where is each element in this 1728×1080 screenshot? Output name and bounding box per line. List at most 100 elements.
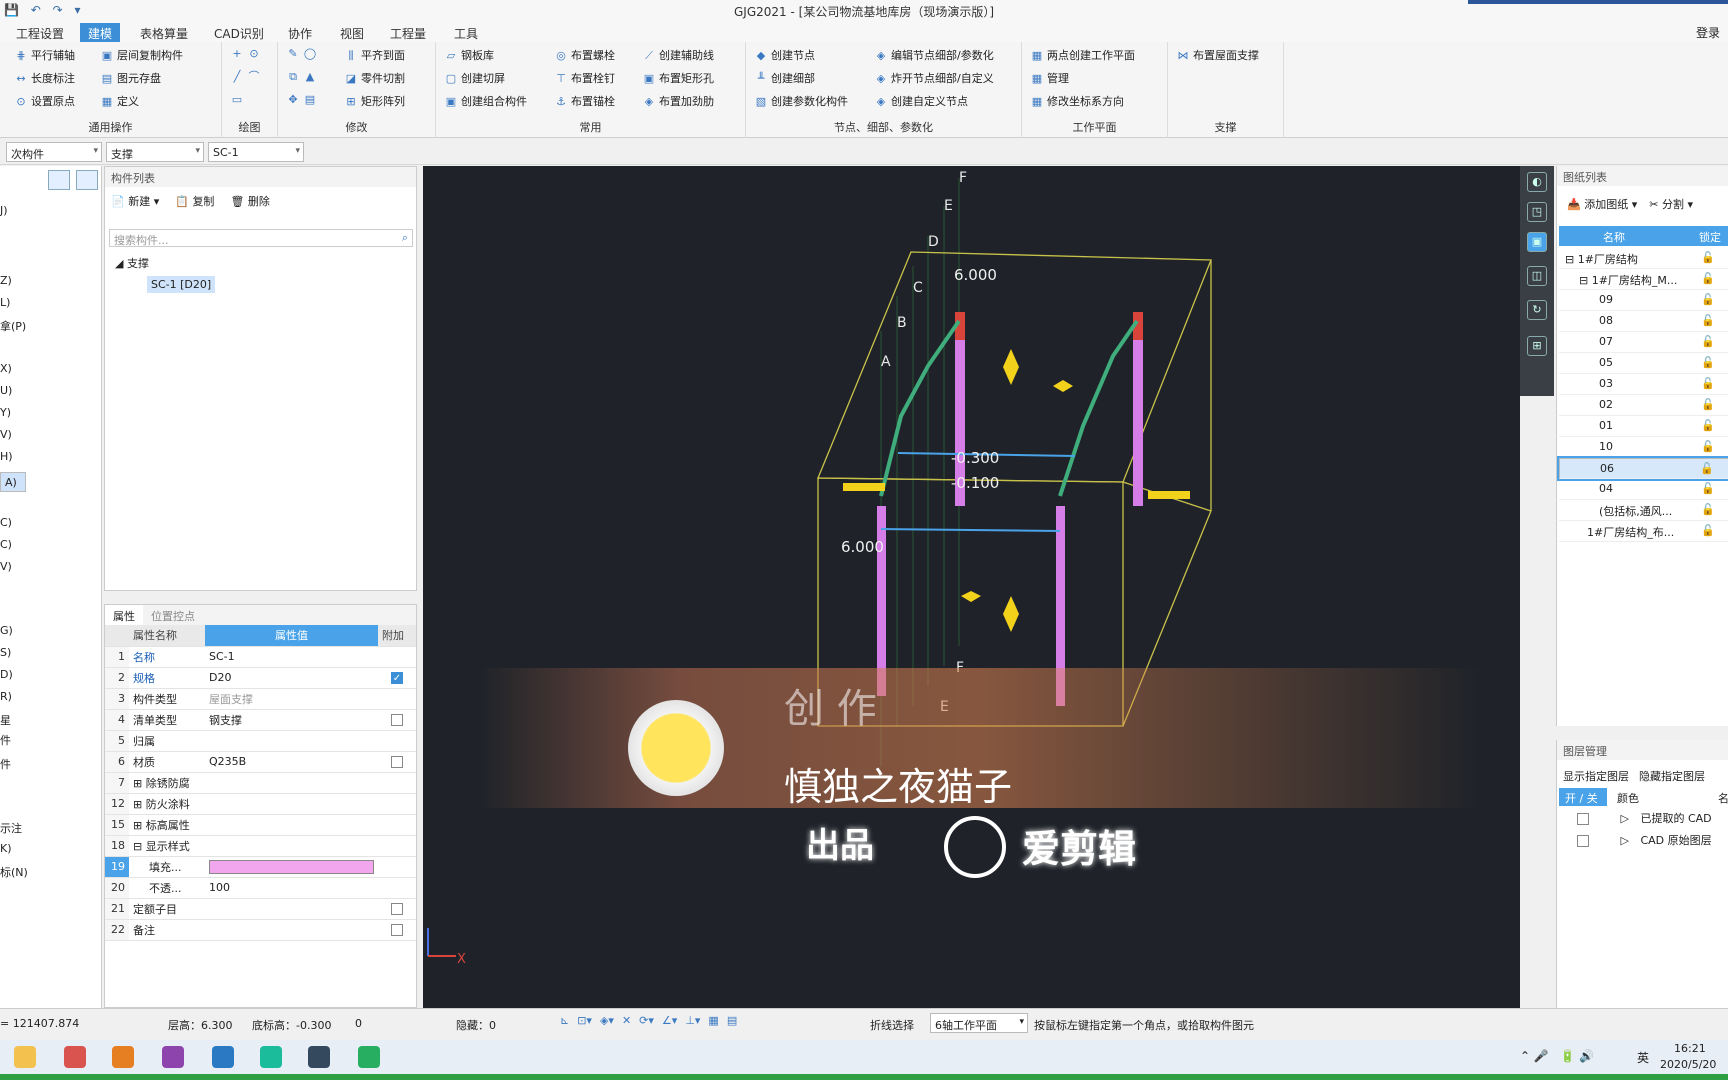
show-layers-option[interactable]: 显示指定图层: [1563, 768, 1629, 784]
align-to-face-button[interactable]: ⫼ 平齐到面: [344, 47, 405, 63]
layer-icon[interactable]: ▤: [727, 1014, 737, 1027]
nav-item[interactable]: J): [0, 204, 8, 217]
nav-item[interactable]: 件: [0, 732, 11, 748]
set-origin-button[interactable]: ⊙ 设置原点: [14, 93, 75, 109]
nav-item[interactable]: U): [0, 384, 12, 397]
lock-icon[interactable]: 🔓: [1701, 272, 1715, 285]
measure-icon[interactable]: ⊥▾: [685, 1014, 700, 1027]
rect-tool-icon[interactable]: ▭: [230, 93, 244, 106]
attach-checkbox[interactable]: [391, 756, 403, 768]
expand-icon[interactable]: ⊞: [133, 777, 146, 790]
nav-item[interactable]: Z): [0, 274, 12, 287]
property-row[interactable]: 20 不透... 100: [105, 877, 416, 899]
place-rect-hole-button[interactable]: ▣ 布置矩形孔: [642, 70, 714, 86]
lock-icon[interactable]: 🔓: [1701, 293, 1715, 306]
property-row[interactable]: 6 材质 Q235B: [105, 751, 416, 773]
tab-project-settings[interactable]: 工程设置: [8, 23, 72, 42]
manage-button[interactable]: ▦ 管理: [1030, 70, 1069, 86]
tab-tools[interactable]: 工具: [446, 23, 486, 42]
place-anchor-button[interactable]: ⚓ 布置锚栓: [554, 93, 615, 109]
nav-item[interactable]: X): [0, 362, 12, 375]
collapse-icon[interactable]: ⊟: [1579, 274, 1592, 287]
tab-quantity[interactable]: 工程量: [382, 23, 434, 42]
property-value[interactable]: [205, 919, 378, 941]
property-value[interactable]: [205, 814, 378, 836]
search-input[interactable]: 搜索构件... ⌕: [109, 229, 413, 247]
create-detail-button[interactable]: ╨ 创建细部: [754, 70, 815, 86]
property-value[interactable]: [205, 730, 378, 752]
nav-item[interactable]: V): [0, 428, 12, 441]
ortho-icon[interactable]: ⊾: [560, 1014, 569, 1027]
layer-toggle[interactable]: [1577, 835, 1589, 847]
attach-checkbox[interactable]: ✓: [391, 672, 403, 684]
lock-icon[interactable]: 🔓: [1701, 503, 1715, 516]
grid-view-icon[interactable]: [76, 170, 98, 190]
tab-properties[interactable]: 属性: [105, 605, 143, 625]
tab-view[interactable]: 视图: [332, 23, 372, 42]
tab-table-calc[interactable]: 表格算量: [132, 23, 196, 42]
property-row[interactable]: 12 ⊞ 防火涂料: [105, 793, 416, 815]
lock-icon[interactable]: 🔓: [1701, 251, 1715, 264]
property-value[interactable]: 钢支撑: [205, 709, 378, 731]
explode-node-button[interactable]: ◈ 炸开节点细部/自定义: [874, 70, 994, 86]
list-view-icon[interactable]: [48, 170, 70, 190]
file-explorer-icon[interactable]: [14, 1046, 36, 1068]
lock-icon[interactable]: 🔓: [1701, 482, 1715, 495]
model-canvas[interactable]: FEDCBA6.0006.000-0.300-0.100FE X: [423, 166, 1520, 1008]
drawing-row[interactable]: ⊟ 1#厂房结构_M... 🔓: [1559, 269, 1728, 290]
tab-modeling[interactable]: 建模: [80, 23, 121, 42]
drawing-row[interactable]: ⊟ 1#厂房结构 🔓: [1559, 248, 1728, 269]
property-value[interactable]: [205, 856, 378, 878]
hide-layers-option[interactable]: 隐藏指定图层: [1639, 768, 1705, 784]
nav-item[interactable]: 件: [0, 756, 11, 772]
nav-item[interactable]: 标(N): [0, 864, 28, 880]
modify-axis-button[interactable]: ▦ 修改坐标系方向: [1030, 93, 1124, 109]
collapse-icon[interactable]: ⊟: [1565, 253, 1578, 266]
property-value[interactable]: SC-1: [205, 646, 378, 668]
tab-cad-recognition[interactable]: CAD识别: [206, 23, 272, 42]
drawing-row[interactable]: 08 🔓: [1559, 311, 1728, 332]
pen-icon[interactable]: ✎ ◯: [286, 47, 317, 60]
drawing-row[interactable]: 07 🔓: [1559, 332, 1728, 353]
place-stiffener-button[interactable]: ◈ 布置加劲肋: [642, 93, 714, 109]
tree-root[interactable]: ◢ 支撑: [115, 255, 149, 271]
length-dimension-button[interactable]: ↔ 长度标注: [14, 70, 75, 86]
nav-item[interactable]: Y): [0, 406, 11, 419]
drawing-row[interactable]: 03 🔓: [1559, 374, 1728, 395]
attach-checkbox[interactable]: [391, 903, 403, 915]
front-view-icon[interactable]: ▣: [1527, 232, 1547, 252]
firefox-icon[interactable]: [162, 1046, 184, 1068]
ime-indicator[interactable]: 英: [1637, 1049, 1649, 1066]
layer-row[interactable]: ▷ CAD 原始图层: [1577, 832, 1712, 848]
drawing-row[interactable]: 01 🔓: [1559, 416, 1728, 437]
point-tool-icon[interactable]: + ⊙: [230, 47, 261, 60]
expand-icon[interactable]: ⊞: [133, 819, 146, 832]
split-button[interactable]: ✂ 分割 ▾: [1649, 196, 1693, 212]
create-param-button[interactable]: ▧ 创建参数化构件: [754, 93, 848, 109]
create-aux-line-button[interactable]: ⟋ 创建辅助线: [642, 47, 714, 63]
nav-item[interactable]: S): [0, 646, 11, 659]
save-element-button[interactable]: ▤ 图元存盘: [100, 70, 161, 86]
nav-item[interactable]: D): [0, 668, 13, 681]
nav-item[interactable]: 示注: [0, 820, 22, 836]
fit-view-icon[interactable]: ⊞: [1527, 336, 1547, 356]
line-tool-icon[interactable]: ╱ ⌒: [230, 70, 261, 83]
define-button[interactable]: ▦ 定义: [100, 93, 139, 109]
property-row[interactable]: 21 定额子目: [105, 898, 416, 920]
lock-icon[interactable]: 🔓: [1701, 377, 1715, 390]
tab-position-points[interactable]: 位置控点: [143, 605, 203, 625]
calculator-icon[interactable]: [308, 1046, 330, 1068]
layer-toggle[interactable]: [1577, 813, 1589, 825]
property-value[interactable]: [205, 898, 378, 920]
attach-checkbox[interactable]: [391, 924, 403, 936]
angle-icon[interactable]: ∠▾: [662, 1014, 677, 1027]
cancel-icon[interactable]: ✕: [622, 1014, 631, 1027]
property-row[interactable]: 1 名称 SC-1: [105, 646, 416, 668]
login-link[interactable]: 登录: [1696, 24, 1720, 41]
grid-icon[interactable]: ▦: [708, 1014, 718, 1027]
copy-button[interactable]: 📋 复制: [175, 193, 214, 209]
nav-item[interactable]: L): [0, 296, 10, 309]
fill-color-swatch[interactable]: [209, 859, 374, 874]
property-value[interactable]: 100: [205, 877, 378, 899]
nav-item[interactable]: R): [0, 690, 12, 703]
